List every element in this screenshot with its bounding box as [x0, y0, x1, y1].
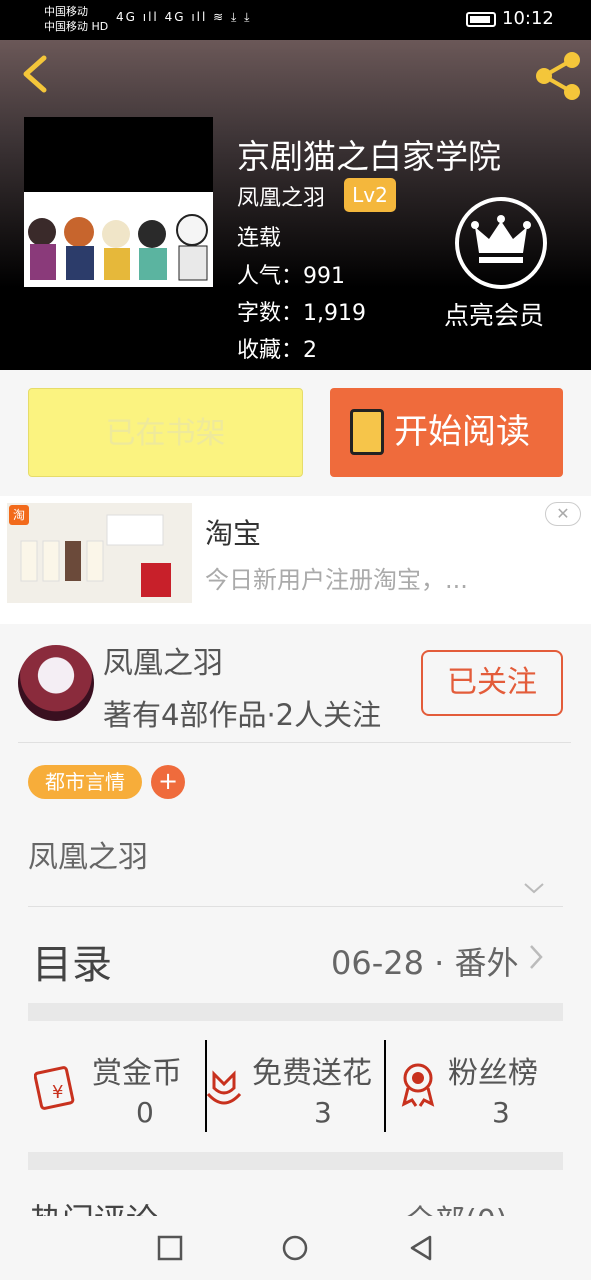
ad-title: 淘宝 — [205, 517, 262, 550]
share-icon — [536, 52, 580, 100]
ad-image: 淘 — [7, 503, 192, 603]
ad-description: 今日新用户注册淘宝，... — [205, 566, 468, 594]
reward-coins-label[interactable]: 赏金币 — [92, 1048, 182, 1092]
author-divider — [18, 742, 571, 743]
start-reading-button[interactable]: 开始阅读 — [330, 388, 563, 477]
genre-tag[interactable]: 都市言情 — [28, 765, 142, 799]
toc-label[interactable]: 目录 — [32, 932, 112, 990]
book-cover[interactable] — [24, 117, 213, 287]
book-title: 京剧猫之白家学院 — [237, 137, 501, 176]
start-reading-label: 开始阅读 — [394, 412, 530, 452]
book-detail-screen: 中国移动 中国移动 HD 4G ıll 4G ıll ≋ ⤓ ⤓ 10:12 京… — [0, 0, 591, 1280]
crown-icon — [471, 215, 531, 263]
battery-icon — [466, 12, 496, 27]
carrier-info: 中国移动 中国移动 HD — [44, 4, 108, 34]
ad-banner[interactable]: 淘 淘宝 今日新用户注册淘宝，... ✕ — [0, 496, 591, 624]
back-button[interactable] — [18, 54, 58, 94]
author-level-badge: Lv2 — [344, 178, 396, 212]
vip-label[interactable]: 点亮会员 — [444, 296, 544, 332]
recent-apps-icon[interactable] — [156, 1234, 184, 1262]
add-tag-button[interactable]: + — [151, 765, 185, 799]
flower-icon[interactable] — [200, 1064, 248, 1112]
cover-illustration — [24, 192, 213, 287]
section-separator — [28, 1003, 563, 1021]
vip-crown-button[interactable] — [455, 197, 547, 289]
send-flower-label[interactable]: 免费送花 — [252, 1048, 372, 1092]
author-avatar[interactable] — [18, 645, 94, 721]
book-author[interactable]: 凤凰之羽 — [237, 180, 325, 212]
share-button[interactable] — [532, 52, 584, 100]
taobao-badge: 淘 — [9, 505, 29, 525]
back-triangle-icon[interactable] — [407, 1234, 435, 1262]
signal-icons: 4G ıll 4G ıll ≋ ⤓ ⤓ — [116, 10, 252, 24]
coin-envelope-icon[interactable]: ¥ — [34, 1062, 82, 1110]
fan-ranking-value: 3 — [492, 1096, 510, 1129]
chevron-down-icon[interactable] — [522, 876, 546, 900]
medal-icon[interactable] — [394, 1060, 442, 1108]
book-status: 连载 — [237, 226, 282, 251]
section-separator-2 — [28, 1152, 563, 1170]
book-popularity: 人气：991 — [237, 264, 345, 289]
stat-separator-2 — [384, 1040, 386, 1132]
carrier-1: 中国移动 — [44, 5, 88, 18]
book-word-count: 字数：1,919 — [237, 301, 366, 326]
book-header: 京剧猫之白家学院 凤凰之羽 Lv2 连载 人气：991 字数：1,919 收藏：… — [0, 40, 591, 370]
chevron-right-icon[interactable] — [528, 943, 544, 971]
status-time: 10:12 — [502, 8, 554, 29]
svg-text:¥: ¥ — [52, 1082, 63, 1103]
carrier-2: 中国移动 HD — [44, 20, 109, 33]
intro-divider — [28, 906, 563, 907]
author-card-stats: 著有4部作品·2人关注 — [103, 698, 382, 732]
book-intro: 凤凰之羽 — [28, 840, 148, 875]
fan-ranking-label[interactable]: 粉丝榜 — [448, 1048, 538, 1092]
system-nav-bar — [0, 1216, 591, 1280]
book-icon — [350, 409, 384, 455]
in-bookshelf-button[interactable]: 已在书架 — [28, 388, 303, 477]
reward-coins-value: 0 — [136, 1096, 154, 1129]
home-icon[interactable] — [281, 1234, 309, 1262]
back-arrow-icon — [23, 55, 47, 93]
book-favorites: 收藏：2 — [237, 338, 317, 363]
following-button[interactable]: 已关注 — [421, 650, 563, 716]
send-flower-value: 3 — [314, 1096, 332, 1129]
status-bar: 中国移动 中国移动 HD 4G ıll 4G ıll ≋ ⤓ ⤓ 10:12 — [0, 0, 591, 40]
ad-close-button[interactable]: ✕ — [545, 502, 581, 526]
author-card-name[interactable]: 凤凰之羽 — [103, 638, 223, 682]
toc-latest-chapter[interactable]: 06-28 · 番外 — [331, 938, 519, 984]
